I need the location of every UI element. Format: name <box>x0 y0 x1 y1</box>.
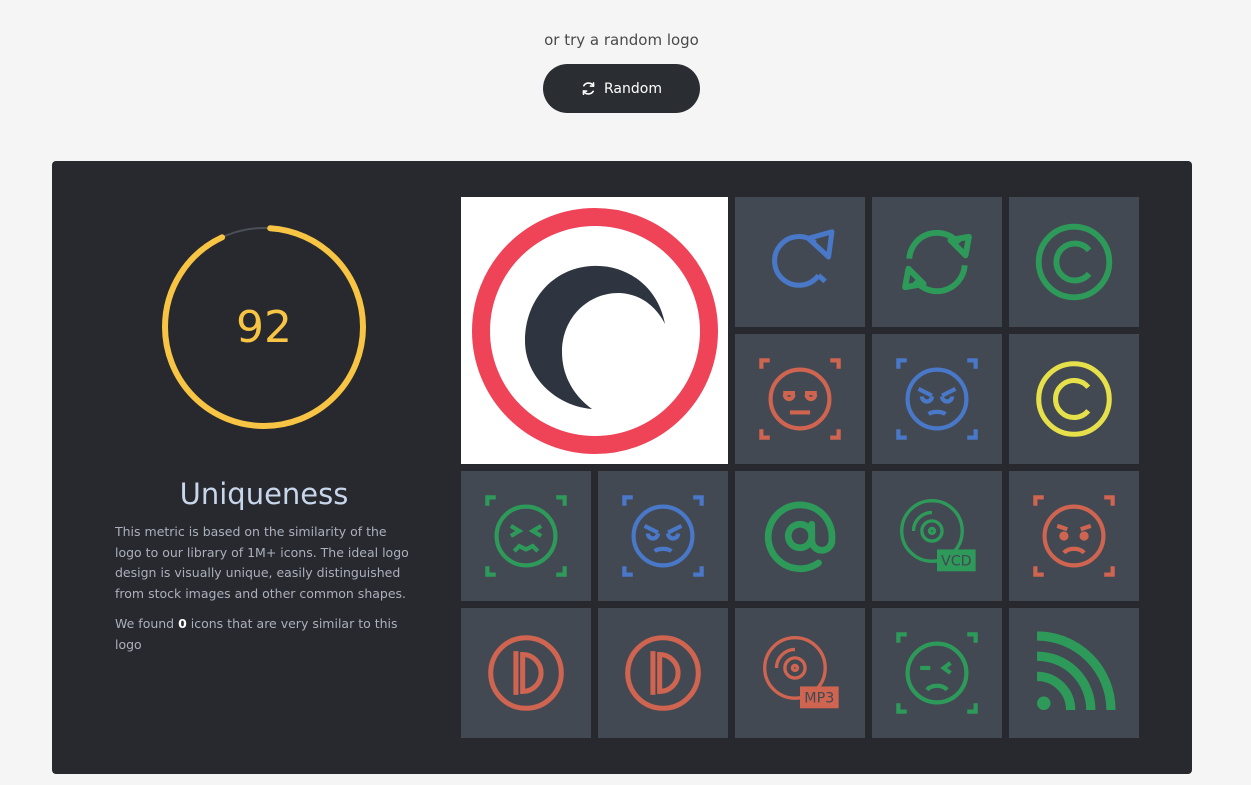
sleepy-face-icon <box>759 358 841 440</box>
refresh-icon <box>582 82 595 95</box>
found-prefix: We found <box>115 616 179 631</box>
similar-icon-tile[interactable]: VCD <box>872 471 1002 601</box>
random-button-label: Random <box>604 80 662 97</box>
copyright-icon <box>1035 223 1113 301</box>
refresh-arrow-icon <box>772 229 835 288</box>
random-logo-section: or try a random logo Random <box>0 0 1251 150</box>
similar-icons-summary: We found 0 icons that are very similar t… <box>115 614 415 655</box>
similar-icon-tile[interactable] <box>735 471 865 601</box>
random-logo-hint: or try a random logo <box>544 31 699 49</box>
vcd-label: VCD <box>941 553 972 569</box>
angry-face-icon <box>622 495 704 577</box>
mp3-disc-icon: MP3 <box>763 636 839 709</box>
similar-icon-tile[interactable] <box>872 197 1002 327</box>
sync-arrows-icon <box>902 229 972 295</box>
similar-icon-tile[interactable] <box>1009 608 1139 738</box>
similar-icon-tile[interactable] <box>872 608 1002 738</box>
sad-face-icon <box>1033 495 1115 577</box>
similar-icon-tile[interactable] <box>1009 471 1139 601</box>
similar-icon-tile[interactable] <box>598 608 728 738</box>
similar-icon-tile[interactable]: MP3 <box>735 608 865 738</box>
similar-icon-tile[interactable] <box>735 197 865 327</box>
similar-icon-tile[interactable] <box>598 471 728 601</box>
rss-feed-icon <box>1036 631 1116 711</box>
similar-icon-tile[interactable] <box>1009 197 1139 327</box>
similar-icon-tile[interactable] <box>735 334 865 464</box>
squinting-face-icon <box>485 495 567 577</box>
mp3-label: MP3 <box>804 690 834 706</box>
analyzed-logo <box>461 197 728 464</box>
d-circle-icon <box>488 635 564 711</box>
similar-icons-count: 0 <box>178 616 187 631</box>
at-sign-icon <box>764 501 836 573</box>
random-button[interactable]: Random <box>543 64 700 113</box>
uniqueness-panel: 92 Uniqueness This metric is based on th… <box>52 161 1192 774</box>
crescent-logo-image <box>471 207 718 454</box>
angry-face-icon <box>896 358 978 440</box>
uniqueness-score: 92 <box>236 301 292 353</box>
copyright-icon <box>1036 361 1112 437</box>
similar-icon-tile[interactable] <box>461 471 591 601</box>
metric-title: Uniqueness <box>179 477 349 511</box>
similar-icon-tile[interactable] <box>461 608 591 738</box>
winking-sad-face-icon <box>896 632 978 714</box>
d-circle-icon <box>625 635 701 711</box>
similar-icon-tile[interactable] <box>1009 334 1139 464</box>
similar-icon-tile[interactable] <box>872 334 1002 464</box>
metric-description: This metric is based on the similarity o… <box>115 524 409 601</box>
vcd-disc-icon: VCD <box>900 499 976 572</box>
